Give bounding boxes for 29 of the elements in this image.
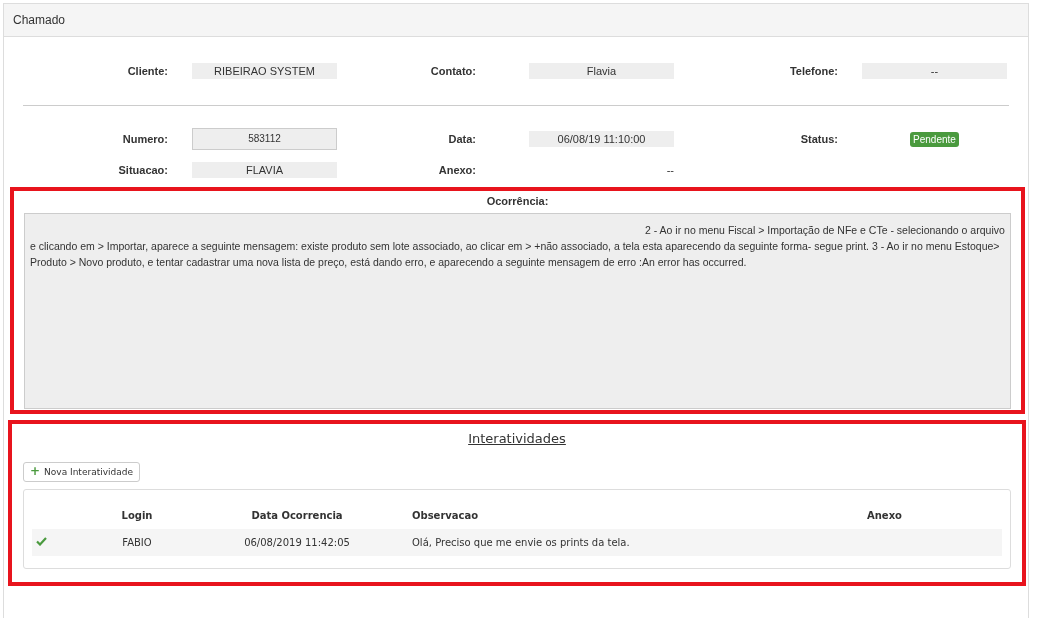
field-label: Anexo:: [437, 164, 477, 176]
plus-icon: +: [30, 467, 41, 476]
description-text: 2 - Ao ir no menu Fiscal > Importação de NFe e CTe - selecionando o arquivo e clicando em > Importar, aparece a seguinte mensagem: existe produto sem lote associado, ao clicar em > +não associado, a tela esta aparecendo da seguinte forma- segue print. 3 - Ao ir no menu Estoque> Produto > Novo produto, e tentar cadastrar uma nova lista de preço, está dando erro, e aparecendo a seguinte mensagem de erro :An error has occurred.: [24, 213, 1011, 409]
field-label: Contato:: [429, 65, 477, 77]
field-label: Data:: [447, 133, 477, 145]
table-cell-text: Olá, Preciso que me envie os prints da tela.: [411, 536, 631, 548]
field-label: Status:: [799, 133, 838, 145]
column-header: Observacao: [411, 509, 480, 521]
field-value: Flavia: [529, 63, 674, 79]
field-value: --: [862, 63, 1007, 79]
column-header: Login: [120, 509, 154, 521]
field-label: Telefone:: [788, 65, 838, 77]
field-value: 06/08/19 11:10:00: [529, 131, 674, 147]
column-header: Anexo: [866, 509, 903, 521]
column-header: Data Ocorrencia: [250, 509, 344, 521]
panel-title: Chamado: [13, 13, 66, 27]
section-title: Interatividades: [467, 431, 567, 446]
field-value: --: [665, 164, 674, 176]
table-cell-text: FABIO: [121, 536, 153, 548]
field-label: Cliente:: [126, 65, 168, 77]
field-label: Situacao:: [117, 164, 168, 176]
table-cell-text: 06/08/2019 11:42:05: [243, 536, 351, 548]
number-field[interactable]: 583112: [192, 128, 337, 150]
field-value: RIBEIRAO SYSTEM: [192, 63, 337, 79]
section-title: Ocorrência:: [485, 195, 550, 207]
new-interaction-button[interactable]: + Nova Interatividade: [23, 461, 140, 482]
status-badge: Pendente: [910, 131, 959, 147]
field-label: Numero:: [121, 133, 168, 145]
field-value: FLAVIA: [192, 162, 337, 178]
